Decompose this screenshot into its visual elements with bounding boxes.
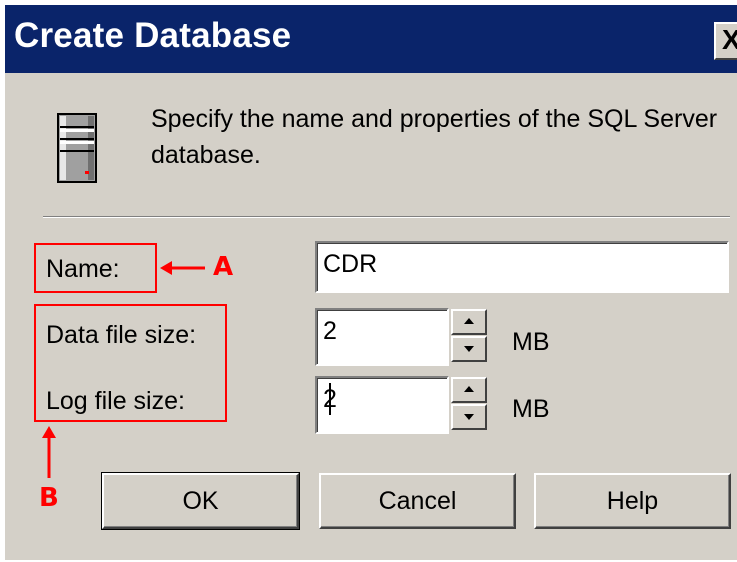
log-file-size-unit: MB	[512, 395, 550, 423]
data-file-size-down-button[interactable]	[451, 336, 487, 362]
data-file-size-unit: MB	[512, 328, 550, 356]
data-file-size-up-button[interactable]	[451, 309, 487, 335]
log-file-size-input[interactable]: 2	[315, 376, 449, 434]
create-database-dialog: Create Database X Specify the name and p…	[3, 3, 737, 560]
name-input[interactable]: CDR	[315, 241, 729, 293]
annotation-arrow-b-head	[42, 426, 56, 438]
log-file-size-up-button[interactable]	[451, 377, 487, 403]
help-button[interactable]: Help	[534, 473, 731, 529]
annotation-arrow-a-head	[160, 261, 172, 275]
data-file-size-input[interactable]: 2	[315, 308, 449, 366]
cancel-button[interactable]: Cancel	[319, 473, 516, 529]
ok-button[interactable]: OK	[101, 472, 300, 530]
annotation-letter-b: B	[39, 483, 59, 513]
text-caret	[329, 383, 331, 415]
log-file-size-down-button[interactable]	[451, 404, 487, 430]
annotation-letter-a: A	[213, 252, 234, 282]
